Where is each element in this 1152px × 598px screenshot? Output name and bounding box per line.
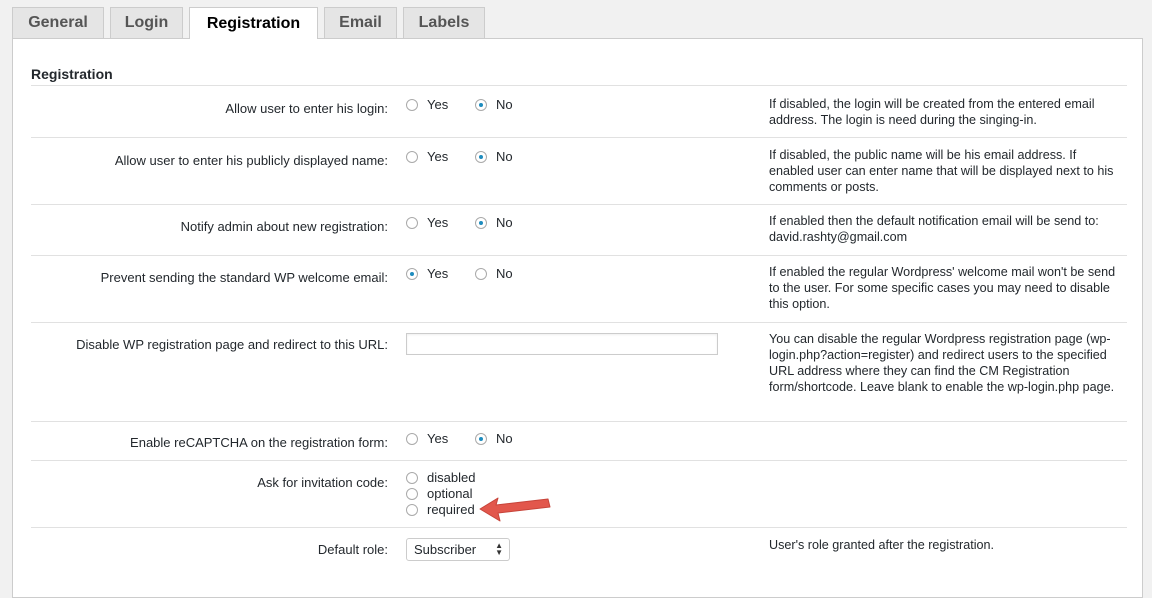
- radio-label: optional: [427, 486, 473, 501]
- radio-circle[interactable]: [475, 267, 487, 280]
- setting-label: Disable WP registration page and redirec…: [76, 337, 388, 352]
- setting-description: If enabled then the default notification…: [769, 214, 1099, 244]
- radio-yes[interactable]: Yes: [406, 266, 448, 281]
- radio-circle[interactable]: [406, 432, 418, 445]
- radio-yes[interactable]: Yes: [406, 97, 448, 112]
- radio-no[interactable]: No: [475, 97, 513, 112]
- radio-label: No: [496, 97, 513, 112]
- setting-label: Allow user to enter his login:: [225, 101, 388, 116]
- radio-circle[interactable]: [475, 432, 487, 445]
- radio-circle[interactable]: [475, 98, 487, 111]
- tab-general[interactable]: General: [12, 7, 104, 38]
- setting-row-recaptcha: Enable reCAPTCHA on the registration for…: [31, 421, 1127, 460]
- radio-label: Yes: [427, 97, 449, 112]
- radio-yes[interactable]: Yes: [406, 215, 448, 230]
- setting-description: User's role granted after the registrati…: [769, 538, 995, 552]
- radio-circle[interactable]: [406, 216, 418, 229]
- setting-label: Prevent sending the standard WP welcome …: [100, 270, 388, 285]
- radio-circle[interactable]: [475, 150, 487, 163]
- setting-description: If disabled, the public name will be his…: [769, 148, 1114, 194]
- radio-label: No: [496, 215, 513, 230]
- radio-label: No: [496, 431, 513, 446]
- radio-no[interactable]: No: [475, 266, 513, 281]
- setting-row-display-name: Allow user to enter his publicly display…: [31, 137, 1127, 204]
- radio-circle[interactable]: [406, 487, 418, 500]
- radio-circle[interactable]: [406, 267, 418, 280]
- setting-description: You can disable the regular Wordpress re…: [769, 332, 1115, 394]
- radio-no[interactable]: No: [475, 431, 513, 446]
- setting-label: Default role:: [317, 542, 388, 557]
- radio-label: No: [496, 149, 513, 164]
- tab-registration[interactable]: Registration: [189, 7, 318, 39]
- select-arrows-icon: ▲ ▼: [495, 541, 503, 557]
- radio-no[interactable]: No: [475, 149, 513, 164]
- radio-circle[interactable]: [475, 216, 487, 229]
- radio-yes[interactable]: Yes: [406, 431, 448, 446]
- tab-labels[interactable]: Labels: [403, 7, 485, 38]
- setting-row-notify-admin: Notify admin about new registration: Yes…: [31, 204, 1127, 255]
- tab-login[interactable]: Login: [110, 7, 183, 38]
- radio-yes[interactable]: Yes: [406, 149, 448, 164]
- setting-description: If enabled the regular Wordpress' welcom…: [769, 265, 1116, 311]
- setting-label: Enable reCAPTCHA on the registration for…: [130, 435, 388, 450]
- setting-label: Ask for invitation code:: [257, 475, 388, 490]
- radio-optional[interactable]: optional: [406, 486, 473, 501]
- radio-circle[interactable]: [406, 98, 418, 111]
- setting-row-login: Allow user to enter his login: Yes No If…: [31, 85, 1127, 137]
- radio-label: No: [496, 266, 513, 281]
- setting-row-invitation-code: Ask for invitation code: disabled option…: [31, 460, 1127, 527]
- radio-required[interactable]: required: [406, 502, 475, 517]
- radio-circle[interactable]: [406, 503, 418, 516]
- radio-circle[interactable]: [406, 150, 418, 163]
- radio-label: Yes: [427, 266, 449, 281]
- tab-email[interactable]: Email: [324, 7, 397, 38]
- setting-row-default-role: Default role: Subscriber ▲ ▼ User's role …: [31, 527, 1127, 587]
- radio-label: Yes: [427, 431, 449, 446]
- setting-description: If disabled, the login will be created f…: [769, 97, 1095, 127]
- radio-no[interactable]: No: [475, 215, 513, 230]
- section-title: Registration: [31, 66, 113, 82]
- setting-label: Allow user to enter his publicly display…: [114, 153, 388, 168]
- radio-disabled[interactable]: disabled: [406, 470, 475, 485]
- redirect-url-input[interactable]: [406, 333, 718, 355]
- setting-label: Notify admin about new registration:: [180, 219, 388, 234]
- select-value: Subscriber: [414, 542, 477, 557]
- radio-label: Yes: [427, 149, 449, 164]
- setting-row-welcome-email: Prevent sending the standard WP welcome …: [31, 255, 1127, 322]
- radio-circle[interactable]: [406, 471, 418, 484]
- annotation-arrow-icon: [479, 497, 551, 522]
- radio-label: Yes: [427, 215, 449, 230]
- radio-label: disabled: [427, 470, 476, 485]
- radio-label: required: [427, 502, 475, 517]
- default-role-select[interactable]: Subscriber ▲ ▼: [406, 538, 510, 561]
- setting-row-redirect-url: Disable WP registration page and redirec…: [31, 322, 1127, 421]
